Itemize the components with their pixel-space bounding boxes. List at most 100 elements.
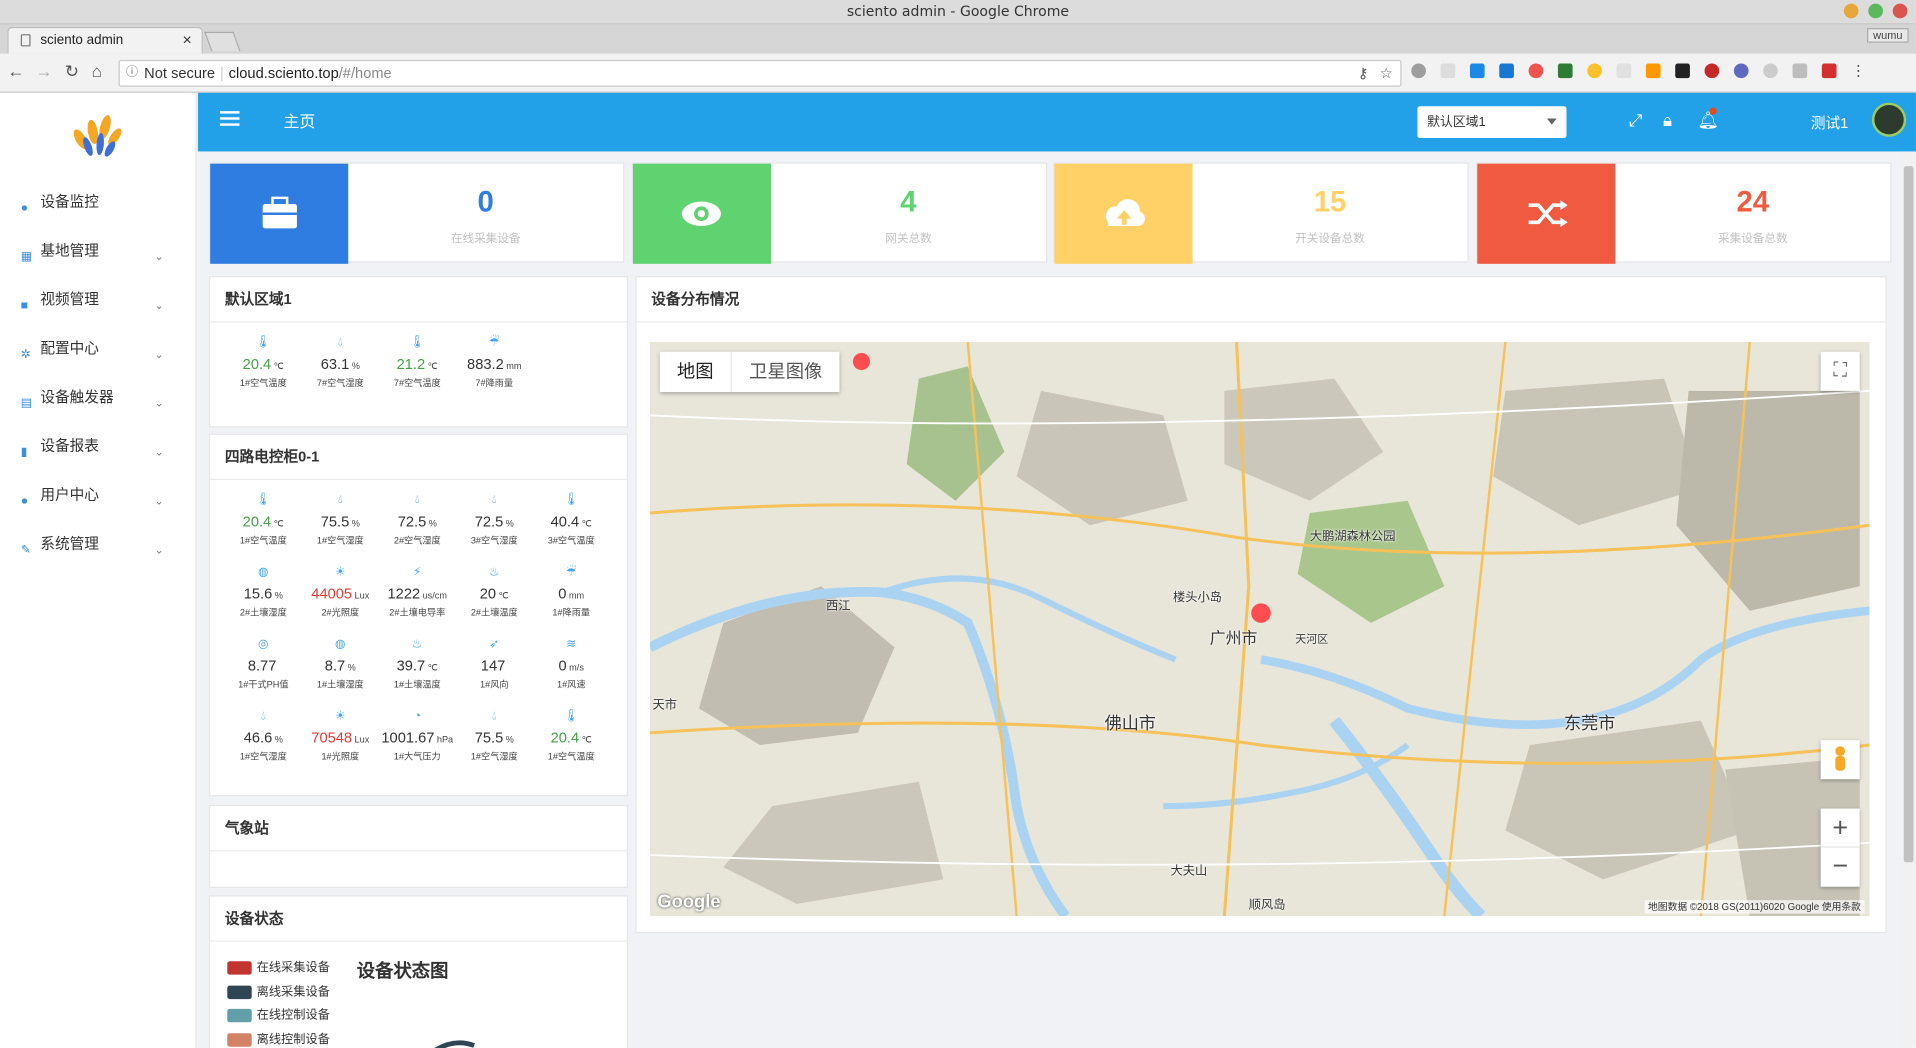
sensor-label: 2#土壤温度	[470, 607, 518, 619]
sensor-item: 💧︎ 63.1% 7#空气湿度	[302, 335, 379, 407]
sensor-value-row: 72.5%	[379, 513, 456, 530]
extension-icon[interactable]	[1411, 63, 1426, 79]
reload-icon[interactable]: ↻	[65, 61, 79, 82]
legend-label: 离线采集设备	[256, 985, 330, 999]
ph-icon: ◎	[257, 637, 269, 652]
menu-toggle-icon[interactable]	[219, 111, 240, 127]
maximize-button[interactable]	[1868, 3, 1883, 19]
sidebar-item-label: 配置中心	[40, 339, 99, 357]
extension-icon[interactable]	[1645, 63, 1661, 79]
book-icon: ▮	[20, 445, 28, 460]
user-name[interactable]: 测试1	[1811, 112, 1848, 133]
satellite-tab[interactable]: 卫星图像	[730, 351, 840, 393]
map-marker[interactable]	[1251, 603, 1271, 623]
extension-icon[interactable]	[1792, 63, 1808, 79]
browser-tab[interactable]: sciento admin ×	[7, 26, 203, 54]
sidebar-item-video-management[interactable]: ■ 视频管理 ⌄	[0, 286, 196, 335]
wrench-icon: ✎	[20, 543, 32, 557]
page-scrollbar[interactable]	[1901, 151, 1916, 1048]
page-title: 主页	[283, 112, 316, 131]
profile-button[interactable]: wumu	[1867, 28, 1909, 43]
region-select[interactable]: 默认区域1	[1417, 106, 1567, 139]
home-icon[interactable]: ⌂	[92, 61, 102, 81]
legend-item[interactable]: 离线控制设备	[227, 1031, 330, 1047]
grid-icon: ▦	[20, 250, 33, 264]
close-window-button[interactable]	[1892, 3, 1908, 19]
sidebar-item-config-center[interactable]: ✲ 配置中心 ⌄	[0, 335, 196, 384]
new-tab-button[interactable]	[204, 31, 241, 52]
avatar[interactable]	[1871, 102, 1907, 137]
minimize-button[interactable]	[1843, 3, 1859, 19]
sidebar-item-label: 系统管理	[40, 534, 99, 553]
sidebar-item-device-monitor[interactable]: ● 设备监控	[0, 188, 196, 237]
sensor-unit: %	[505, 517, 514, 529]
map-marker[interactable]	[852, 352, 870, 371]
star-icon[interactable]: ☆	[1380, 61, 1393, 85]
sensor-value-row: 70548 Lux	[302, 729, 379, 746]
device-status-panel: 设备状态 在线采集设备 离线采集设备 在线控制设备 离线控制设备 设备状态图	[208, 895, 629, 1048]
sensor-value-row: 21.2 ℃	[379, 355, 456, 372]
pie-chart-arc	[434, 1040, 475, 1048]
sensor-value-row: 8.7%	[302, 657, 379, 674]
sensor-item: ☔︎ 0 mm 1#降雨量	[533, 564, 610, 636]
map-fullscreen-icon[interactable]: ⛶	[1820, 351, 1860, 391]
extension-icon[interactable]	[1704, 63, 1720, 79]
panel-title: 默认区域1	[210, 277, 627, 323]
sidebar-item-base-management[interactable]: ▦ 基地管理 ⌄	[0, 237, 196, 286]
legend-item[interactable]: 在线采集设备	[227, 960, 330, 984]
pegman-icon[interactable]	[1820, 740, 1860, 780]
forward-icon[interactable]: →	[35, 61, 52, 81]
tab-close-icon[interactable]: ×	[183, 28, 192, 52]
extension-icon[interactable]	[1440, 63, 1456, 79]
address-bar[interactable]: ⓘ Not secure | cloud.sciento.top/#/home ⚷ …	[118, 59, 1402, 87]
sidebar-item-label: 用户中心	[40, 486, 99, 504]
sidebar-item-device-report[interactable]: ▮ 设备报表 ⌄	[0, 432, 196, 481]
sensor-item: 🌡︎ 20.4 ℃ 1#空气温度	[533, 708, 610, 780]
legend-item[interactable]: 在线控制设备	[227, 1008, 330, 1032]
fullscreen-icon[interactable]: ⤢	[1629, 110, 1643, 131]
zoom-control: + −	[1820, 808, 1860, 887]
map-tab[interactable]: 地图	[660, 352, 731, 392]
extension-icon[interactable]	[1733, 63, 1749, 79]
map-attribution[interactable]: 地图数据 ©2018 GS(2011)6020 Google 使用条款	[1644, 900, 1865, 914]
sensor-value: 1001.67	[381, 729, 435, 747]
sensor-item: 🌡︎ 20.4 ℃ 1#空气温度	[225, 335, 302, 407]
legend-swatch	[227, 1008, 252, 1023]
key-icon[interactable]: ⚷	[1358, 61, 1369, 85]
sensor-value-row: 147	[456, 657, 533, 674]
extension-icon[interactable]	[1499, 63, 1514, 79]
sensor-label: 7#空气湿度	[316, 377, 364, 389]
drop-icon: 💧︎	[414, 493, 420, 507]
extension-icon[interactable]	[1763, 63, 1778, 79]
map-type-control: 地图 卫星图像	[659, 351, 840, 393]
sidebar-item-device-trigger[interactable]: ▤ 设备触发器 ⌄	[0, 384, 196, 433]
sensor-label: 1#大气压力	[393, 751, 441, 763]
sidebar-item-user-center[interactable]: ● 用户中心 ⌄	[0, 481, 196, 530]
extension-icon[interactable]	[1821, 63, 1837, 79]
stat-label: 开关设备总数	[1295, 232, 1365, 246]
extension-icon[interactable]	[1675, 63, 1690, 79]
sidebar-item-system-management[interactable]: ✎ 系统管理 ⌄	[0, 530, 196, 579]
extension-icon[interactable]	[1469, 63, 1485, 79]
scrollbar-thumb[interactable]	[1903, 166, 1914, 863]
lock-icon[interactable]: 🔒︎	[1663, 110, 1672, 131]
menu-dots-icon[interactable]: ⋮	[1851, 64, 1866, 79]
sensor-grid: 🌡︎ 20.4 ℃ 1#空气温度 💧︎ 63.1% 7#空气湿度 🌡︎ 21.2 ℃ 7#空气温度 ☔…	[210, 322, 627, 406]
device-map[interactable]: 佛山市 广州市 东莞市 大夫山 楼头小岛 天河区 大鹏湖森林公园 顺风岛 西江 天市 地图 卫星图…	[650, 341, 1870, 917]
back-icon[interactable]: ←	[7, 61, 24, 81]
zoom-in-button[interactable]: +	[1820, 809, 1860, 848]
sensor-item: ♨ 39.7 ℃ 1#土壤温度	[379, 636, 456, 708]
zoom-out-button[interactable]: −	[1821, 848, 1860, 887]
sensor-value: 44005	[311, 585, 353, 603]
sensor-value-row: 20.4 ℃	[533, 729, 610, 746]
sensor-item: 🌡︎ 40.4 ℃ 3#空气温度	[533, 492, 610, 564]
briefcase-icon	[262, 196, 297, 229]
sensor-label: 2#土壤湿度	[239, 607, 287, 619]
stat-icon-box	[1054, 163, 1193, 264]
legend-item[interactable]: 离线采集设备	[227, 984, 330, 1008]
sensor-unit: %	[274, 589, 283, 601]
extension-icon[interactable]	[1587, 63, 1602, 79]
extension-icon[interactable]	[1616, 63, 1632, 79]
extension-icon[interactable]	[1528, 63, 1544, 79]
extension-icon[interactable]	[1557, 63, 1573, 79]
